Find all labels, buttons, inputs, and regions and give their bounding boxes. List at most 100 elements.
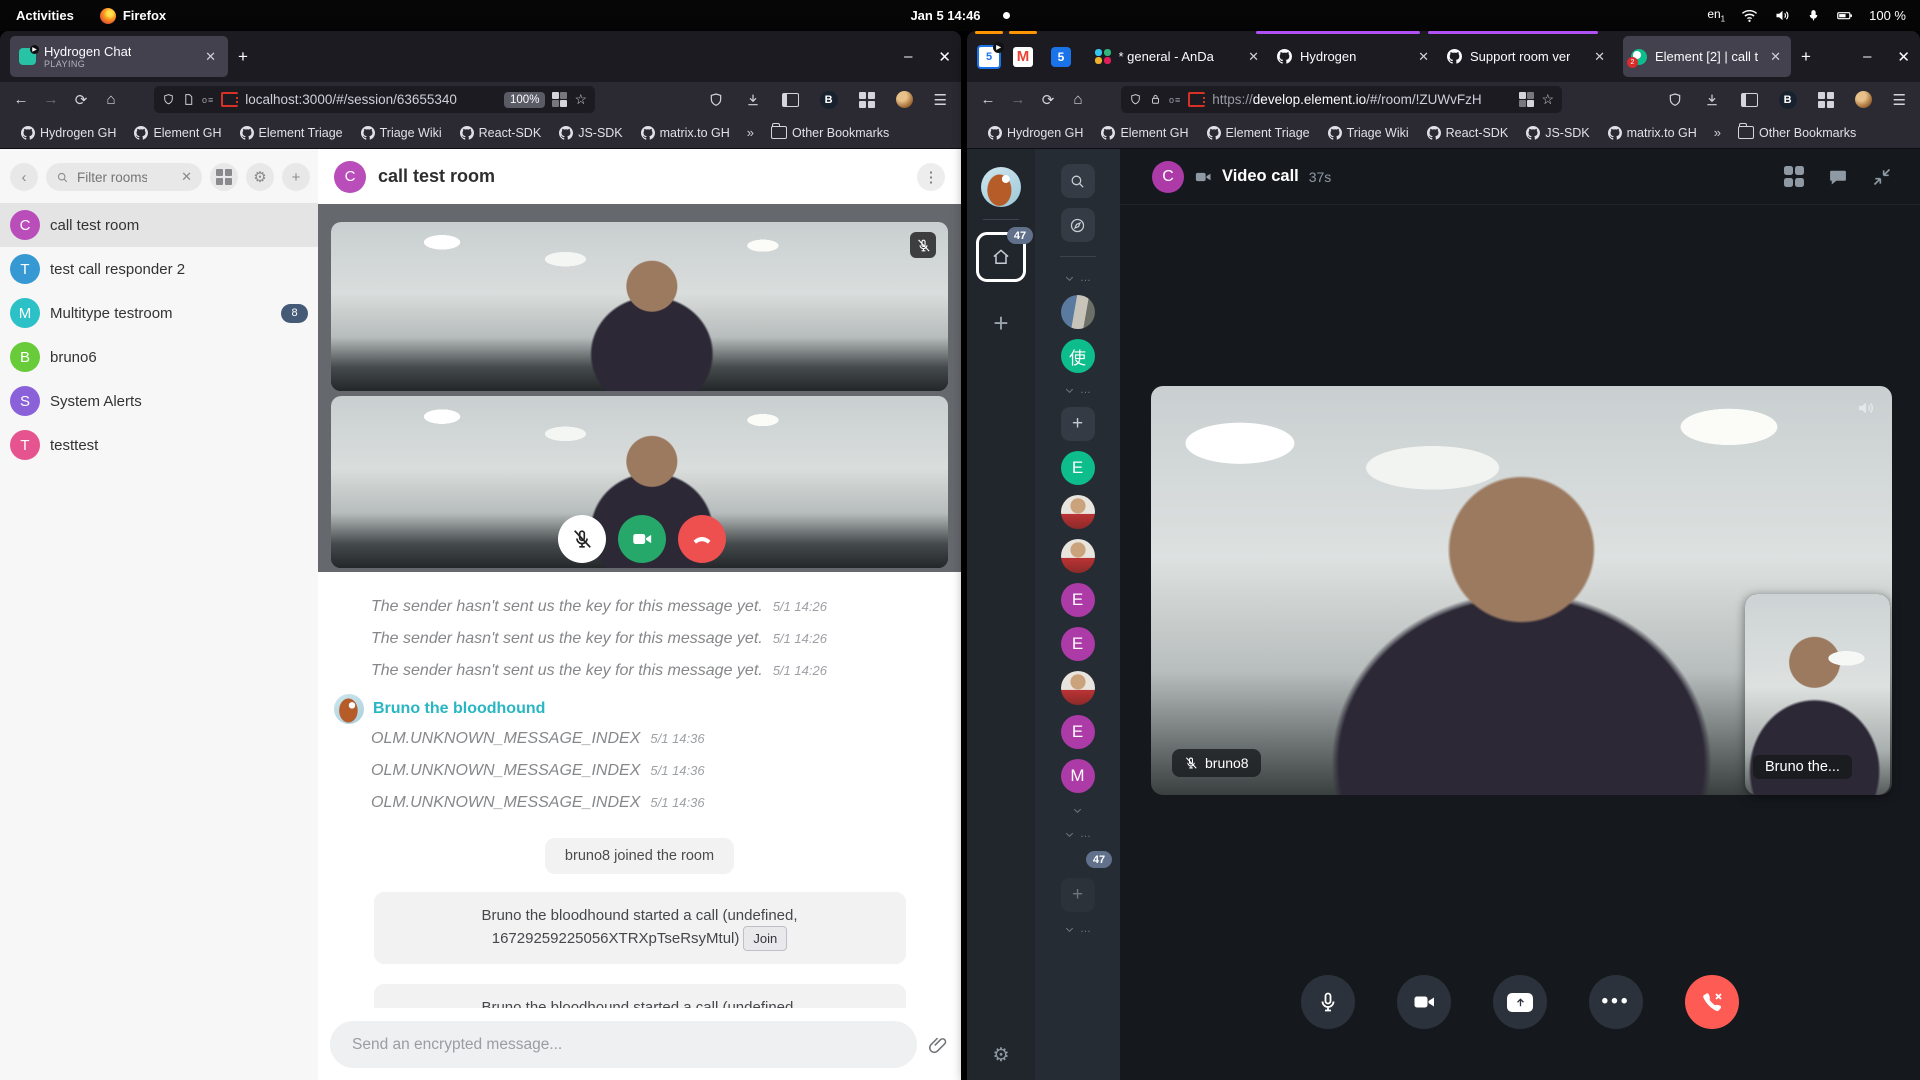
room-avatar-photo[interactable] [1061, 671, 1095, 705]
new-tab-button[interactable]: + [228, 47, 258, 67]
create-space-button[interactable]: + [993, 308, 1008, 339]
bookmark-item[interactable]: React-SDK [453, 123, 549, 143]
url-text[interactable]: localhost:3000/#/session/63655340 [245, 92, 497, 107]
message-input[interactable] [330, 1021, 917, 1068]
split-view-icon[interactable] [1519, 92, 1534, 107]
filter-rooms-search[interactable]: ✕ [46, 163, 202, 191]
pinned-tab-calendar-icon[interactable]: 5 [1051, 47, 1071, 67]
screen-share-button[interactable] [1493, 975, 1547, 1029]
chat-bubble-icon[interactable] [1828, 167, 1848, 187]
bookmark-item[interactable]: Triage Wiki [354, 123, 449, 143]
join-call-button[interactable]: Join [743, 926, 787, 951]
tab-close-icon[interactable]: ✕ [1410, 49, 1437, 65]
forward-button[interactable]: → [36, 91, 66, 108]
collapse-view-icon[interactable] [1872, 167, 1892, 187]
extensions-icon[interactable] [859, 92, 875, 108]
back-button[interactable]: ← [973, 91, 1003, 108]
bookmark-star-icon[interactable]: ☆ [1541, 91, 1554, 108]
protections-shield-icon[interactable] [1667, 92, 1683, 108]
bitwarden-extension-icon[interactable]: B [1779, 91, 1797, 109]
add-room-button[interactable]: + [282, 163, 310, 191]
clock[interactable]: Jan 5 14:46 [0, 8, 1920, 23]
minimize-button[interactable]: – [904, 48, 912, 65]
pinned-tab-gmail-icon[interactable]: M [1013, 47, 1033, 67]
filter-rooms-input[interactable] [75, 169, 149, 186]
camera-button[interactable] [1397, 975, 1451, 1029]
bookmark-item[interactable]: Element GH [1094, 123, 1195, 143]
tab-close-icon[interactable]: ✕ [197, 49, 224, 65]
new-tab-button[interactable]: + [1791, 47, 1821, 67]
lock-icon[interactable] [1149, 93, 1162, 106]
camera-toggle-button[interactable] [618, 515, 666, 563]
speaker-volume-icon[interactable] [1856, 398, 1876, 418]
bookmark-item[interactable]: Element Triage [1200, 123, 1317, 143]
bookmark-item[interactable]: Hydrogen GH [981, 123, 1090, 143]
home-space-button[interactable]: 47 [976, 232, 1026, 282]
section-collapse-row[interactable]: … [1064, 922, 1091, 936]
section-collapse-row[interactable]: … [1064, 271, 1091, 285]
search-button[interactable] [1061, 164, 1095, 198]
downloads-icon[interactable] [1704, 92, 1720, 108]
room-list-item-test-call-responder[interactable]: Ttest call responder 2 [0, 247, 318, 291]
shield-icon[interactable] [1129, 93, 1142, 106]
account-extension-icon[interactable] [896, 91, 913, 108]
home-button[interactable]: ⌂ [96, 91, 126, 108]
split-view-icon[interactable] [552, 92, 567, 107]
extensions-icon[interactable] [1818, 92, 1834, 108]
add-room-button-faded[interactable]: + [1061, 878, 1095, 912]
bookmark-item[interactable]: React-SDK [1420, 123, 1516, 143]
minimize-button[interactable]: – [1863, 48, 1871, 65]
menu-hamburger-icon[interactable]: ☰ [1893, 91, 1906, 109]
room-avatar-char[interactable]: 使 [1061, 339, 1095, 373]
chevron-down-icon[interactable] [1072, 803, 1083, 817]
user-avatar[interactable] [981, 167, 1021, 207]
bookmark-item[interactable]: Hydrogen GH [14, 123, 123, 143]
tab-hydrogen-chat[interactable]: ▶ Hydrogen Chat PLAYING ✕ [10, 36, 228, 77]
zoom-level-chip[interactable]: 100% [504, 92, 545, 108]
room-list-item-system-alerts[interactable]: SSystem Alerts [0, 379, 318, 423]
room-list-item-multitype-testroom[interactable]: MMultitype testroom8 [0, 291, 318, 335]
attachment-paperclip-icon[interactable] [927, 1034, 949, 1056]
hangup-button[interactable] [1685, 975, 1739, 1029]
keyboard-layout-indicator[interactable]: en1 [1707, 7, 1725, 23]
back-button[interactable]: ← [6, 91, 36, 108]
reload-button[interactable]: ⟳ [66, 91, 96, 109]
bookmark-item[interactable]: JS-SDK [1519, 123, 1596, 143]
section-collapse-row[interactable]: … [1064, 383, 1091, 397]
reload-button[interactable]: ⟳ [1033, 91, 1063, 109]
clear-filter-icon[interactable]: ✕ [181, 169, 192, 185]
quick-settings-gear-icon[interactable]: ⚙ [967, 1044, 1035, 1067]
app-menu[interactable]: Firefox [100, 8, 166, 24]
url-text[interactable]: https://develop.element.io/#/room/!ZUWvF… [1212, 92, 1512, 107]
home-button[interactable]: ⌂ [1063, 91, 1093, 108]
bookmark-star-icon[interactable]: ☆ [574, 91, 587, 108]
room-avatar-letter[interactable]: M [1061, 759, 1095, 793]
permissions-icon[interactable]: o≡ [1169, 95, 1181, 105]
mute-mic-button[interactable] [558, 515, 606, 563]
self-video-pip[interactable]: Bruno the... [1745, 594, 1890, 795]
forward-button[interactable]: → [1003, 91, 1033, 108]
other-bookmarks-folder[interactable]: Other Bookmarks [1731, 123, 1863, 143]
sidebar-toggle-icon[interactable] [1741, 93, 1758, 107]
bookmark-item[interactable]: matrix.to GH [634, 123, 737, 143]
bitwarden-extension-icon[interactable]: B [820, 91, 838, 109]
room-avatar-letter[interactable]: E [1061, 715, 1095, 749]
pinned-tab-google-calendar-icon[interactable]: 5▶ [977, 45, 1001, 69]
bookmark-item[interactable]: Element Triage [233, 123, 350, 143]
mic-button[interactable] [1301, 975, 1355, 1029]
change-layout-icon[interactable] [1784, 166, 1805, 187]
explore-rooms-button[interactable] [1061, 208, 1095, 242]
tab-close-icon[interactable]: ✕ [1586, 49, 1613, 65]
close-window-button[interactable]: ✕ [1897, 48, 1910, 66]
other-bookmarks-folder[interactable]: Other Bookmarks [764, 123, 896, 143]
url-bar[interactable]: o≡ localhost:3000/#/session/63655340 100… [154, 86, 595, 113]
tab-support-room[interactable]: Support room ver ✕ [1439, 39, 1615, 75]
video-tile-remote[interactable] [331, 222, 948, 391]
tab-close-icon[interactable]: ✕ [1762, 49, 1789, 65]
add-room-button[interactable]: + [1061, 407, 1095, 441]
bookmark-item[interactable]: JS-SDK [552, 123, 629, 143]
shield-icon[interactable] [162, 93, 175, 106]
room-list-item-call-test-room[interactable]: Ccall test room [0, 203, 318, 247]
protections-shield-icon[interactable] [708, 92, 724, 108]
bookmarks-overflow-chevron[interactable]: » [1708, 125, 1727, 140]
